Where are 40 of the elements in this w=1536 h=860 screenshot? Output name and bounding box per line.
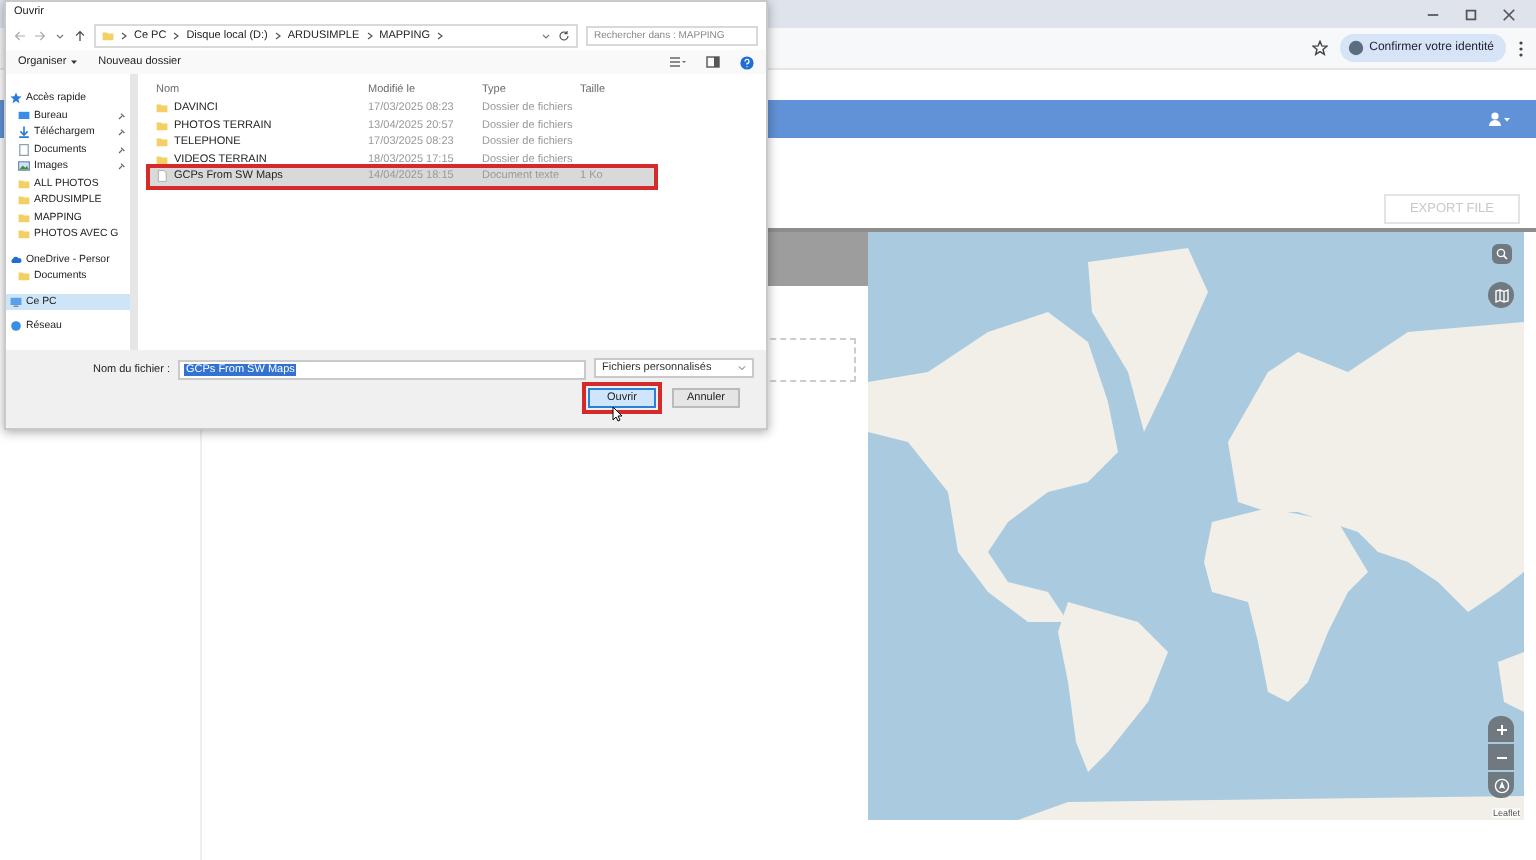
text-file-icon	[156, 170, 168, 183]
chevron-down-icon[interactable]	[54, 30, 66, 42]
profile-icon	[1347, 40, 1364, 56]
user-menu-icon[interactable]	[1488, 112, 1512, 126]
up-arrow-icon[interactable]	[74, 30, 86, 42]
search-icon	[1496, 248, 1508, 260]
plus-icon	[1495, 723, 1507, 735]
star-icon[interactable]	[1311, 40, 1328, 56]
chevron-icon	[172, 32, 181, 40]
view-options-icon[interactable]	[670, 56, 686, 68]
desktop-icon	[18, 109, 30, 122]
search-button[interactable]	[1492, 244, 1512, 264]
chevron-down-icon[interactable]	[540, 30, 552, 42]
restore-icon[interactable]	[1464, 7, 1478, 21]
cloud-icon	[10, 253, 22, 266]
locate-button[interactable]	[1488, 772, 1514, 798]
zoom-out-button[interactable]	[1488, 744, 1514, 770]
chevron-icon	[273, 32, 282, 40]
document-icon	[18, 143, 30, 156]
menu-icon[interactable]	[1518, 39, 1524, 57]
download-icon	[18, 126, 30, 139]
image-icon	[18, 160, 30, 173]
network-icon	[10, 320, 22, 333]
chevron-icon	[120, 32, 128, 40]
help-icon[interactable]	[740, 55, 754, 69]
cursor-icon	[612, 406, 624, 422]
computer-icon	[10, 295, 22, 308]
folder-icon	[18, 270, 30, 283]
close-icon[interactable]	[1502, 7, 1516, 21]
compass-icon	[1493, 777, 1509, 793]
minus-icon	[1495, 751, 1507, 763]
chevron-icon	[436, 32, 444, 40]
refresh-icon[interactable]	[558, 30, 570, 42]
preview-pane-icon[interactable]	[706, 56, 720, 68]
chevron-down-icon	[738, 364, 746, 372]
chevron-icon	[365, 32, 374, 40]
map-icon	[1493, 287, 1509, 303]
star-icon	[10, 92, 22, 105]
zoom-in-button[interactable]	[1488, 716, 1514, 742]
caret-icon	[70, 58, 79, 66]
